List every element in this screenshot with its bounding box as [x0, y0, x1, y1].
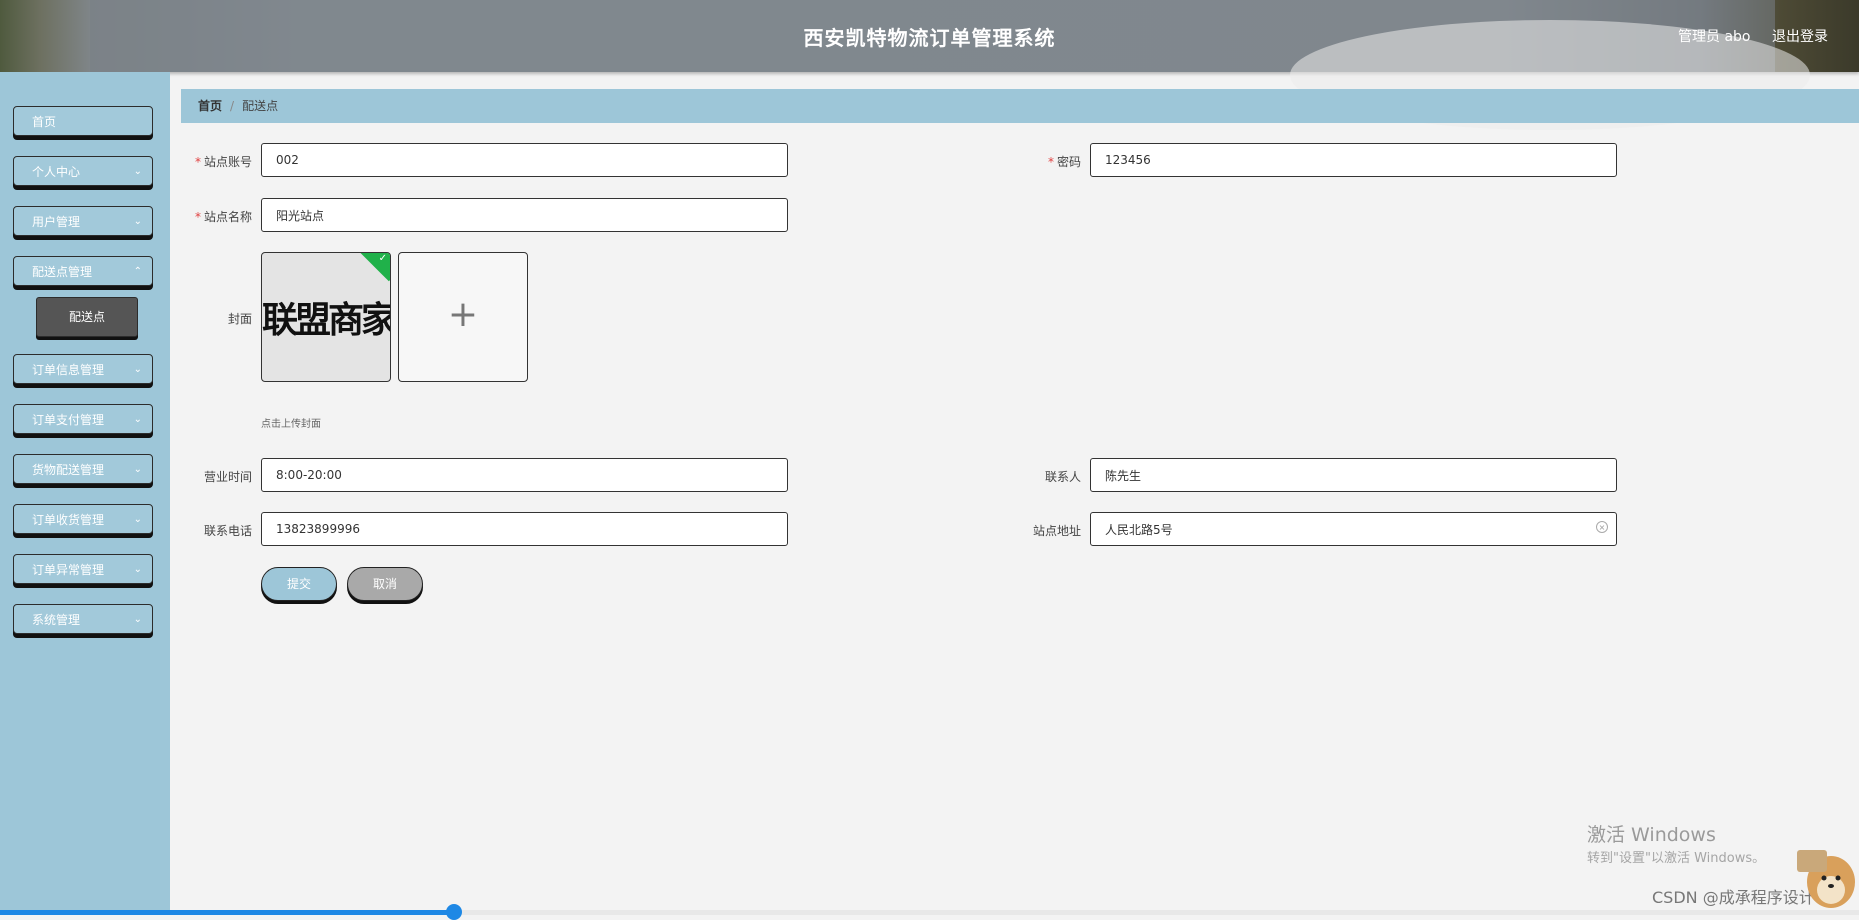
chevron-down-icon: ⌄ [133, 216, 142, 227]
password-label: * 密码 [991, 153, 1081, 170]
sidebar-item-label: 订单信息管理 [32, 363, 105, 377]
chevron-down-icon: ⌄ [133, 614, 142, 625]
chevron-down-icon: ⌄ [133, 514, 142, 525]
sidebar-item-profile[interactable]: 个人中心 ⌄ [13, 156, 153, 186]
sidebar-item-shipping[interactable]: 货物配送管理 ⌄ [13, 454, 153, 484]
chevron-down-icon: ⌄ [133, 414, 142, 425]
scrollbar-progress [0, 910, 455, 915]
required-mark: * [194, 210, 201, 224]
sidebar-item-label: 货物配送管理 [32, 463, 105, 477]
cover-image-text: 联盟商家 [262, 299, 391, 341]
sidebar-subitem-delivery-point[interactable]: 配送点 [36, 297, 138, 337]
submit-button[interactable]: 提交 [261, 567, 337, 601]
chevron-down-icon: ⌄ [133, 166, 142, 177]
phone-input[interactable] [261, 512, 788, 546]
sidebar-item-system[interactable]: 系统管理 ⌄ [13, 604, 153, 634]
sidebar-item-receipts[interactable]: 订单收货管理 ⌄ [13, 504, 153, 534]
phone-label: 联系电话 [203, 524, 252, 538]
sidebar-item-label: 首页 [32, 115, 57, 129]
account-label-text: 站点账号 [203, 155, 252, 169]
sidebar-item-home[interactable]: 首页 [13, 106, 153, 136]
sidebar-item-payments[interactable]: 订单支付管理 ⌄ [13, 404, 153, 434]
contact-input[interactable] [1090, 458, 1617, 492]
check-icon: ✓ [378, 253, 387, 264]
sidebar-item-exceptions[interactable]: 订单异常管理 ⌄ [13, 554, 153, 584]
contact-label: 联系人 [1044, 470, 1081, 484]
sidebar-item-users[interactable]: 用户管理 ⌄ [13, 206, 153, 236]
sidebar-item-orders[interactable]: 订单信息管理 ⌄ [13, 354, 153, 384]
plus-icon: + [447, 294, 479, 335]
sidebar-item-label: 个人中心 [32, 165, 81, 179]
required-mark: * [194, 155, 201, 169]
sidebar-item-delivery-points[interactable]: 配送点管理 ⌃ [13, 256, 153, 286]
hours-input[interactable] [261, 458, 788, 492]
clear-input-icon[interactable]: × [1596, 521, 1608, 533]
breadcrumb-current: 配送点 [242, 99, 279, 113]
sidebar-item-label: 订单支付管理 [32, 413, 105, 427]
top-header: 西安凯特物流订单管理系统 管理员 abo 退出登录 [0, 0, 1859, 130]
sidebar-item-label: 用户管理 [32, 215, 81, 229]
current-user: 管理员 abo [1678, 29, 1751, 45]
required-mark: * [1047, 155, 1054, 169]
dog-mascot-icon [1797, 850, 1855, 908]
chevron-down-icon: ⌄ [133, 464, 142, 475]
station-name-input[interactable] [261, 198, 788, 232]
chevron-down-icon: ⌄ [133, 564, 142, 575]
address-input[interactable] [1090, 512, 1617, 546]
breadcrumb-separator: / [230, 99, 235, 113]
csdn-watermark: CSDN @成承程序设计 [1652, 888, 1815, 907]
hours-label: 营业时间 [203, 470, 252, 484]
breadcrumb-home[interactable]: 首页 [198, 99, 222, 113]
password-label-text: 密码 [1056, 155, 1081, 169]
address-label: 站点地址 [1032, 524, 1081, 538]
sidebar-item-label: 订单收货管理 [32, 513, 105, 527]
windows-activation-title: 激活 Windows [1587, 824, 1716, 846]
password-input[interactable] [1090, 143, 1617, 177]
name-label-text: 站点名称 [203, 210, 252, 224]
upload-add-button[interactable]: + [398, 252, 528, 382]
sidebar-item-label: 订单异常管理 [32, 563, 105, 577]
name-label: * 站点名称 [162, 208, 252, 225]
scrollbar-thumb[interactable] [446, 904, 462, 920]
account-label: * 站点账号 [162, 153, 252, 170]
upload-hint: 点击上传封面 [261, 419, 321, 430]
cancel-button[interactable]: 取消 [347, 567, 423, 601]
windows-activation-subtitle: 转到"设置"以激活 Windows。 [1587, 851, 1766, 866]
chevron-up-icon: ⌃ [133, 266, 142, 277]
cover-thumbnail[interactable]: 联盟商家 ✓ [261, 252, 391, 382]
account-input[interactable] [261, 143, 788, 177]
sidebar-item-label: 系统管理 [32, 613, 81, 627]
app-title: 西安凯特物流订单管理系统 [803, 26, 1056, 50]
logout-link[interactable]: 退出登录 [1772, 26, 1828, 46]
sidebar: 首页 个人中心 ⌄ 用户管理 ⌄ 配送点管理 ⌃ 配送点 订单信息管理 ⌄ 订单支付管理… [0, 72, 170, 915]
cover-label: 封面 [227, 312, 252, 326]
chevron-down-icon: ⌄ [133, 364, 142, 375]
breadcrumb: 首页 / 配送点 [181, 89, 1859, 123]
sidebar-item-label: 配送点管理 [32, 265, 93, 279]
